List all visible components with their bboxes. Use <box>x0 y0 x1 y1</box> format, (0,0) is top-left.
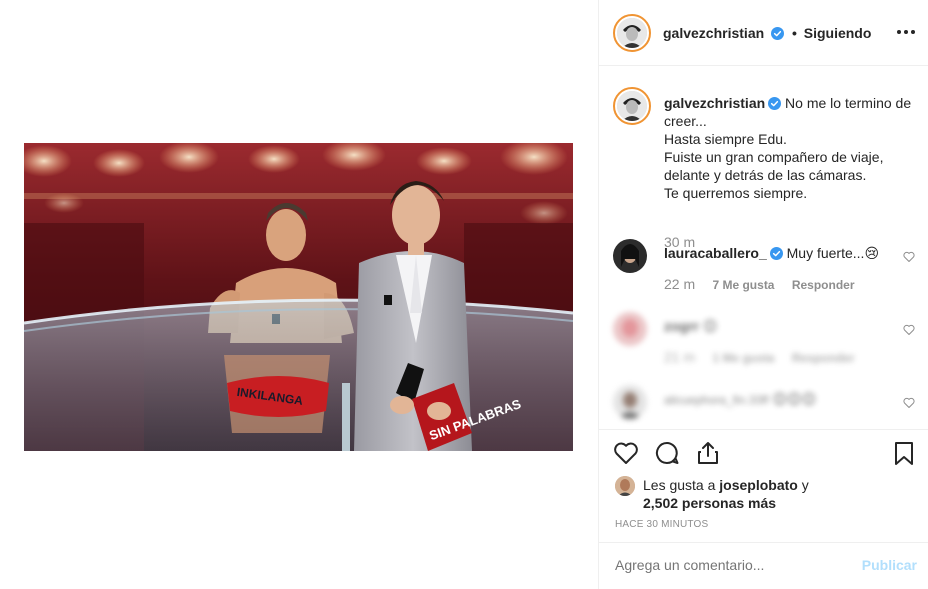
commenter-avatar[interactable] <box>613 239 647 273</box>
likes-prefix: Les gusta a <box>643 477 716 493</box>
liker-username[interactable]: joseplobato <box>719 477 798 493</box>
post-photo-illustration: INKILANGA SIN PALABRAS <box>24 143 573 451</box>
comment-text: alicuephora_fin.33ff 😊😊😊 <box>664 390 894 409</box>
caption-line-6: Te querremos siempre. <box>664 185 808 201</box>
post-side-panel: galvezchristian • Siguiendo galvezchrist… <box>598 0 928 589</box>
comment-meta: 21 m 1 Me gusta Responder <box>664 349 869 365</box>
more-options-icon[interactable] <box>895 22 917 42</box>
heart-icon[interactable] <box>613 440 639 466</box>
comment-body: 😊😊😊 <box>772 391 817 407</box>
author-avatar-image <box>617 18 647 48</box>
liker-avatar[interactable] <box>615 476 635 496</box>
comment-body: 😊 <box>702 318 718 334</box>
commenter-avatar-image <box>613 312 647 346</box>
media-pane: INKILANGA SIN PALABRAS <box>0 0 598 589</box>
comment-emoji: 😢 <box>864 245 880 261</box>
add-comment-bar: Publicar <box>599 542 928 589</box>
caption-line-3: Hasta siempre Edu. <box>664 131 787 147</box>
commenter-username[interactable]: alicuephora_fin.33ff <box>664 393 769 407</box>
commenter-username[interactable]: lauracaballero_ <box>664 245 767 261</box>
commenter-username[interactable]: zogrr <box>664 318 699 334</box>
commenter-avatar-image <box>613 239 647 273</box>
publish-button[interactable]: Publicar <box>862 557 917 573</box>
comment-timestamp[interactable]: 21 m <box>664 349 695 365</box>
likes-text: Les gusta a joseplobato y 2,502 personas… <box>643 476 913 512</box>
likes-count[interactable]: 2,502 personas más <box>643 495 776 511</box>
post-photo[interactable]: INKILANGA SIN PALABRAS <box>24 143 573 451</box>
comment-icon[interactable] <box>654 440 680 466</box>
comments-list[interactable]: galvezchristian No me lo termino de cree… <box>599 67 928 429</box>
author-username[interactable]: galvezchristian <box>663 25 764 41</box>
bookmark-icon[interactable] <box>891 440 917 466</box>
likes-conj: y <box>801 477 809 493</box>
post-time-ago[interactable]: HACE 30 MINUTOS <box>615 519 708 530</box>
commenter-avatar[interactable] <box>613 312 647 346</box>
commenter-avatar-image <box>613 385 647 419</box>
comment-like-heart-icon[interactable] <box>903 397 915 409</box>
share-icon[interactable] <box>695 440 721 466</box>
caption-line-2: creer... <box>664 113 707 129</box>
comment-likes-count[interactable]: 1 Me gusta <box>712 351 774 365</box>
following-button[interactable]: Siguiendo <box>804 25 872 41</box>
verified-badge-icon <box>768 97 782 110</box>
verified-badge-icon <box>771 27 785 40</box>
verified-badge-icon <box>769 247 783 260</box>
caption-avatar-image <box>617 91 647 121</box>
liker-avatar-image <box>615 476 635 496</box>
comment-body: Muy fuerte... <box>786 245 865 261</box>
post-actions: Les gusta a joseplobato y 2,502 personas… <box>599 429 928 589</box>
author-avatar[interactable] <box>613 14 651 52</box>
caption-first-line: galvezchristian No me lo termino de <box>664 94 926 112</box>
comment-input[interactable] <box>615 557 855 573</box>
caption-line-1: No me lo termino de <box>785 95 912 111</box>
comment-text: lauracaballero_ Muy fuerte...😢 <box>664 244 894 262</box>
header-separator: • <box>791 25 797 41</box>
header-user-line: galvezchristian • Siguiendo <box>663 25 871 41</box>
comment-likes-count[interactable]: 7 Me gusta <box>712 278 774 292</box>
post-header: galvezchristian • Siguiendo <box>599 0 928 66</box>
caption-username[interactable]: galvezchristian <box>664 95 765 111</box>
reply-button[interactable]: Responder <box>792 351 855 365</box>
caption-line-4: Fuiste un gran compañero de viaje, <box>664 149 884 165</box>
comment-like-heart-icon[interactable] <box>903 251 915 263</box>
caption-line-5: delante y detrás de las cámaras. <box>664 167 867 183</box>
caption-avatar[interactable] <box>613 87 651 125</box>
comment-meta: 22 m 7 Me gusta Responder <box>664 276 869 292</box>
reply-button[interactable]: Responder <box>792 278 855 292</box>
comment-text: zogrr 😊 <box>664 317 894 335</box>
comment-timestamp[interactable]: 22 m <box>664 276 695 292</box>
caption-text: galvezchristian No me lo termino de cree… <box>664 94 926 202</box>
commenter-avatar[interactable] <box>613 385 647 419</box>
comment-like-heart-icon[interactable] <box>903 324 915 336</box>
